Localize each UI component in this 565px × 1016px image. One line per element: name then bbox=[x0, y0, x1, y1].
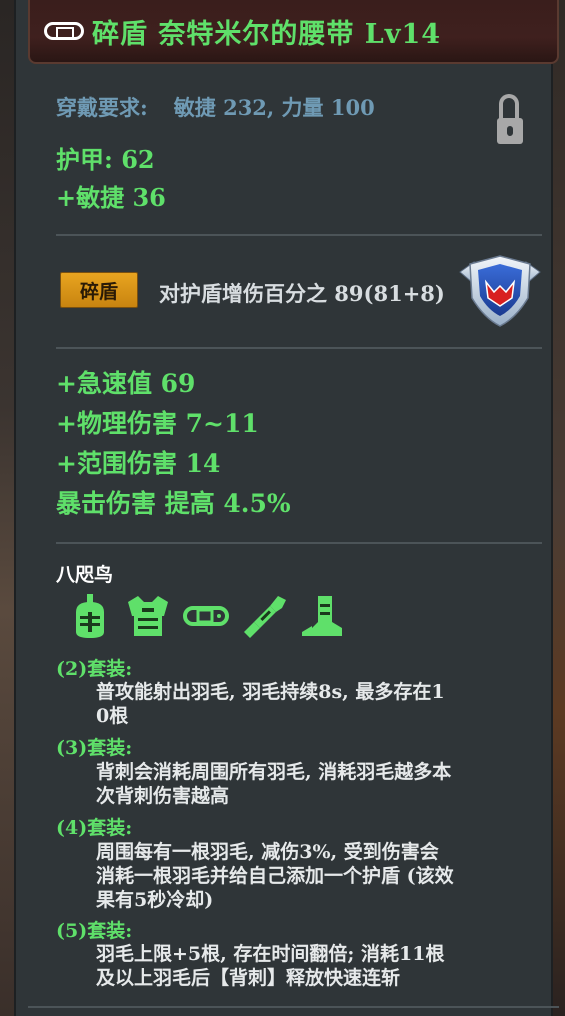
set-bonus-2-header: (2)套装: bbox=[56, 658, 133, 680]
shatter-description: 对护盾增伤百分之 89(81+8) bbox=[159, 281, 445, 306]
set-bonus-4-text: 周围每有一根羽毛, 减伤3%, 受到伤害会 消耗一根羽毛并给自己添加一个护盾 (… bbox=[96, 841, 454, 911]
set-name: 八咫鸟 bbox=[56, 564, 114, 586]
set-bonus-5-text: 羽毛上限+5根, 存在时间翻倍; 消耗11根 及以上羽毛后【背刺】释放快速连斩 bbox=[96, 943, 445, 989]
background-left-edge bbox=[0, 0, 14, 1016]
divider bbox=[56, 542, 542, 544]
item-title: 碎盾 奈特米尔的腰带 Lv14 bbox=[92, 18, 442, 50]
wear-requirements: 穿戴要求: 敏捷 232, 力量 100 bbox=[56, 92, 375, 122]
boots-icon[interactable] bbox=[298, 592, 346, 640]
agility-stat: +敏捷 36 bbox=[56, 183, 166, 212]
set-bonus-3-header: (3)套装: bbox=[56, 737, 133, 759]
shield-emblem-icon bbox=[459, 255, 541, 327]
chest-armor-icon[interactable] bbox=[124, 592, 172, 640]
crit-damage-stat: 暴击伤害 提高 4.5% bbox=[56, 489, 291, 518]
item-title-bar: 碎盾 奈特米尔的腰带 Lv14 bbox=[28, 0, 559, 64]
divider bbox=[56, 234, 542, 236]
requirements-value: 敏捷 232, 力量 100 bbox=[173, 95, 375, 120]
set-bonus-4-header: (4)套装: bbox=[56, 817, 133, 839]
belt-icon bbox=[44, 22, 84, 40]
physical-damage-stat: +物理伤害 7~11 bbox=[56, 409, 259, 438]
set-pieces bbox=[66, 592, 346, 640]
shatter-badge: 碎盾 bbox=[60, 272, 138, 308]
unlocked-padlock-icon[interactable] bbox=[497, 94, 525, 150]
area-damage-stat: +范围伤害 14 bbox=[56, 449, 221, 478]
helmet-icon[interactable] bbox=[66, 592, 114, 640]
set-bonus-2-text: 普攻能射出羽毛, 羽毛持续8s, 最多存在1 0根 bbox=[96, 681, 445, 727]
armor-stat: 护甲: 62 bbox=[56, 145, 155, 174]
divider bbox=[28, 1006, 559, 1008]
background-right-edge bbox=[553, 0, 565, 1016]
belt-icon[interactable] bbox=[182, 592, 230, 640]
haste-stat: +急速值 69 bbox=[56, 369, 196, 398]
divider bbox=[56, 347, 542, 349]
requirements-label: 穿戴要求: bbox=[56, 95, 148, 120]
set-bonus-3-text: 背刺会消耗周围所有羽毛, 消耗羽毛越多本 次背刺伤害越高 bbox=[96, 761, 452, 807]
gauntlet-icon[interactable] bbox=[240, 592, 288, 640]
item-tooltip-panel: 碎盾 奈特米尔的腰带 Lv14 穿戴要求: 敏捷 232, 力量 100 护甲: … bbox=[14, 0, 559, 1016]
set-bonus-5-header: (5)套装: bbox=[56, 920, 133, 942]
